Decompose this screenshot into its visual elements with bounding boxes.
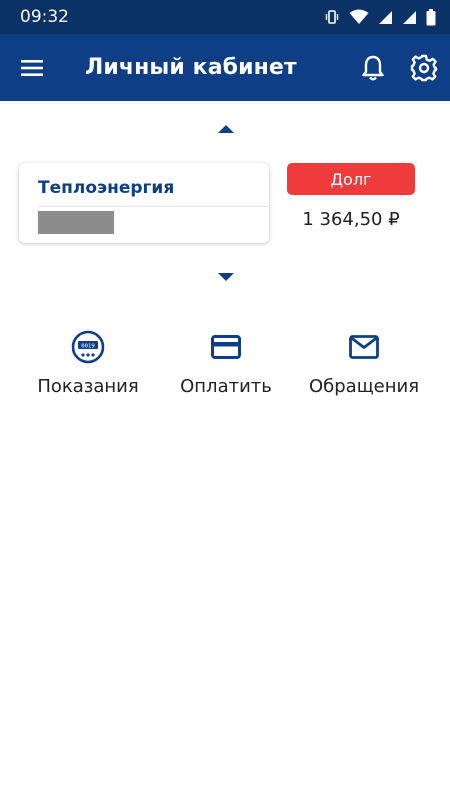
requests-button[interactable]: Обращения xyxy=(289,330,439,410)
readings-button[interactable]: 0019 Показания xyxy=(13,330,163,410)
signal-icon xyxy=(403,10,416,24)
meter-digits: 0019 xyxy=(81,343,94,349)
debt-label: Долг xyxy=(330,169,372,189)
requests-label: Обращения xyxy=(308,376,420,397)
account-name: Теплоэнергия xyxy=(38,178,175,198)
wifi-icon xyxy=(349,9,369,24)
debt-badge: Долг xyxy=(287,163,415,195)
mail-icon xyxy=(349,330,379,364)
vibrate-icon xyxy=(325,10,339,24)
divider xyxy=(38,206,269,207)
gear-icon[interactable] xyxy=(410,54,438,82)
account-card[interactable]: Теплоэнергия xyxy=(19,163,269,243)
arrow-up-icon[interactable] xyxy=(217,124,235,134)
readings-label: Показания xyxy=(37,376,139,397)
status-icons xyxy=(324,8,436,26)
battery-icon xyxy=(426,8,436,25)
app-bar: Личный кабинет xyxy=(0,34,450,101)
card-icon xyxy=(211,330,241,364)
pay-button[interactable]: Оплатить xyxy=(151,330,301,410)
menu-icon[interactable] xyxy=(20,56,46,80)
status-bar: 09:32 xyxy=(0,0,450,34)
meter-icon: 0019 xyxy=(71,330,105,364)
arrow-down-icon[interactable] xyxy=(217,272,235,282)
debt-amount: 1 364,50 ₽ xyxy=(302,209,400,230)
page-title: Личный кабинет xyxy=(85,55,297,80)
bell-icon[interactable] xyxy=(360,54,386,82)
pay-label: Оплатить xyxy=(180,376,272,397)
status-time: 09:32 xyxy=(20,7,69,27)
signal-icon xyxy=(379,10,392,24)
redacted-account-number xyxy=(38,211,114,234)
